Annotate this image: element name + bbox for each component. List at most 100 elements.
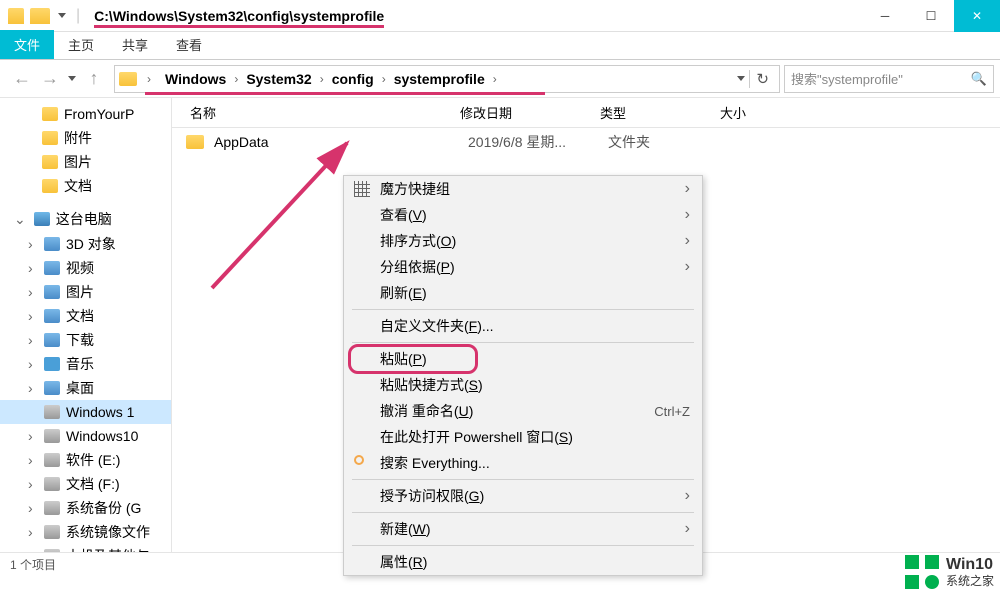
menu-item[interactable]: 撤消 重命名(U)Ctrl+Z [344,398,702,424]
watermark-text: Win10 系统之家 [946,555,994,589]
ribbon-tab-share[interactable]: 共享 [108,30,162,59]
drive-icon [44,501,60,515]
sidebar-item[interactable]: ›文档 [0,304,171,328]
sidebar-item[interactable]: 文档 [0,174,171,198]
search-icon[interactable]: 🔍 [971,71,987,87]
sidebar-item[interactable]: ›视频 [0,256,171,280]
sidebar-item[interactable]: ›3D 对象 [0,232,171,256]
sidebar-item-label: 系统镜像文作 [66,522,150,542]
minimize-button[interactable]: ─ [862,0,908,32]
menu-item[interactable]: 授予访问权限(G) [344,483,702,509]
menu-item[interactable]: 查看(V) [344,202,702,228]
qat: | [0,7,92,25]
menu-label: 分组依据(P) [380,257,455,277]
window-title: C:\Windows\System32\config\systemprofile [92,8,862,24]
sidebar-item-label: 桌面 [66,378,94,398]
sidebar-item[interactable]: ›音乐 [0,352,171,376]
sidebar-item[interactable]: ›桌面 [0,376,171,400]
history-dropdown-icon[interactable] [68,76,76,81]
menu-label: 粘贴快捷方式(S) [380,375,483,395]
addr-dropdown-icon[interactable] [737,76,745,81]
ribbon-tab-view[interactable]: 查看 [162,30,216,59]
sidebar-item[interactable]: ›本机及其他与 [0,544,171,552]
back-button[interactable]: ← [12,69,32,89]
search-input[interactable]: 搜索"systemprofile" 🔍 [784,65,994,93]
menu-item[interactable]: 属性(R) [344,549,702,575]
music-icon [44,357,60,371]
menu-label: 授予访问权限(G) [380,486,484,506]
menu-separator [352,479,694,480]
col-header-date[interactable]: 修改日期 [450,103,590,122]
folder-icon [42,179,58,193]
forward-button[interactable]: → [40,69,60,89]
menu-item[interactable]: 排序方式(O) [344,228,702,254]
pc-icon [34,212,50,226]
breadcrumb-seg-2[interactable]: config [328,69,378,89]
column-headers: 名称 修改日期 类型 大小 [172,98,1000,128]
drive-icon [44,525,60,539]
col-header-size[interactable]: 大小 [710,103,810,122]
menu-item[interactable]: 自定义文件夹(F)... [344,313,702,339]
menu-item[interactable]: 刷新(E) [344,280,702,306]
chevron-icon[interactable]: › [316,72,328,86]
menu-item[interactable]: 新建(W) [344,516,702,542]
context-menu: 魔方快捷组查看(V)排序方式(O) 分组依据(P) 刷新(E) 自定义文件夹(F)..… [343,175,703,576]
sidebar-item[interactable]: ›软件 (E:) [0,448,171,472]
up-button[interactable]: ↑ [84,69,104,89]
window-controls: ─ ☐ ✕ [862,0,1000,32]
menu-separator [352,309,694,310]
media-icon [44,285,60,299]
sidebar-item[interactable]: FromYourP [0,102,171,126]
sidebar-item-label: 软件 (E:) [66,450,120,470]
sidebar: FromYourP 附件 图片 文档 ⌄这台电脑 ›3D 对象›视频›图片›文档… [0,98,172,552]
chevron-icon[interactable]: › [489,72,501,86]
sidebar-item[interactable]: 附件 [0,126,171,150]
menu-separator [352,545,694,546]
breadcrumb-seg-1[interactable]: System32 [242,69,315,89]
sidebar-item-label: 文档 [64,176,92,196]
folder-icon [42,155,58,169]
sidebar-item-label: 视频 [66,258,94,278]
addressbar[interactable]: › Windows › System32 › config › systempr… [114,65,780,93]
app-icon [8,8,24,24]
qat-dropdown-icon[interactable] [58,13,66,18]
col-header-type[interactable]: 类型 [590,103,710,122]
sidebar-item[interactable]: ›图片 [0,280,171,304]
col-header-name[interactable]: 名称 [172,103,450,122]
refresh-button[interactable]: ↻ [749,70,775,88]
menu-item[interactable]: 搜索 Everything... [344,450,702,476]
breadcrumb-seg-3[interactable]: systemprofile [390,69,489,89]
ribbon-tab-file[interactable]: 文件 [0,30,54,59]
grid-icon [354,181,370,197]
menu-item[interactable]: 魔方快捷组 [344,176,702,202]
sidebar-item[interactable]: 图片 [0,150,171,174]
menu-label: 属性(R) [380,552,427,572]
breadcrumb-seg-0[interactable]: Windows [161,69,230,89]
drive-icon [44,405,60,419]
sidebar-this-pc[interactable]: ⌄这台电脑 [0,206,171,232]
sidebar-item[interactable]: ›下载 [0,328,171,352]
sidebar-item-label: 音乐 [66,354,94,374]
menu-item[interactable]: 粘贴快捷方式(S) [344,372,702,398]
root-chevron-icon[interactable]: › [143,72,155,86]
status-text: 1 个项目 [10,556,56,573]
sidebar-item[interactable]: ›Windows10 [0,424,171,448]
menu-label: 自定义文件夹(F)... [380,316,494,336]
menu-item[interactable]: 分组依据(P) [344,254,702,280]
chevron-icon[interactable]: › [378,72,390,86]
sidebar-item[interactable]: ›系统备份 (G [0,496,171,520]
menu-item[interactable]: 在此处打开 Powershell 窗口(S) [344,424,702,450]
close-button[interactable]: ✕ [954,0,1000,32]
watermark-logo [904,554,940,590]
file-row[interactable]: AppData 2019/6/8 星期... 文件夹 [172,128,1000,156]
sidebar-item[interactable]: ›系统镜像文作 [0,520,171,544]
chevron-icon[interactable]: › [230,72,242,86]
menu-item[interactable]: 粘贴(P) [344,346,702,372]
sidebar-item-label: 这台电脑 [56,209,112,229]
sidebar-item[interactable]: Windows 1 [0,400,171,424]
sidebar-item[interactable]: ›文档 (F:) [0,472,171,496]
sidebar-item-label: 文档 (F:) [66,474,120,494]
qat-open-icon[interactable] [30,8,50,24]
maximize-button[interactable]: ☐ [908,0,954,32]
ribbon-tab-home[interactable]: 主页 [54,30,108,59]
